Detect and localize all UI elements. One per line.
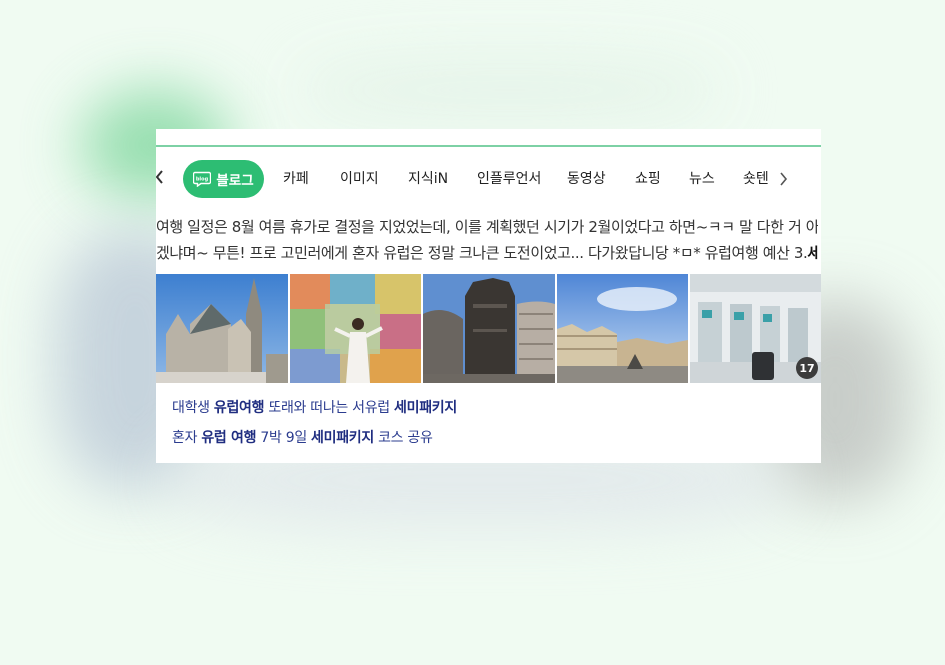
related-post-link-2[interactable]: 혼자 유럽 여행 7박 9일 세미패키지 코스 공유	[172, 427, 433, 447]
snippet-line-2: 겠냐며~ 무튼! 프로 고민러에게 혼자 유럽은 정말 크나큰 도전이었고...…	[156, 241, 818, 267]
search-result-card: blog 블로그 카페 이미지 지식iN 인플루언서 동영상 쇼핑 뉴스 숏텐 …	[156, 129, 821, 463]
link-text: 코스 공유	[373, 430, 433, 446]
link-text: 7박 9일	[256, 430, 312, 446]
tab-shopping[interactable]: 쇼핑	[635, 170, 661, 188]
chevron-right-icon[interactable]	[778, 171, 788, 187]
tab-knowledge-in[interactable]: 지식iN	[408, 170, 448, 188]
tab-video[interactable]: 동영상	[567, 170, 606, 188]
link-keyword-highlight: 세미패키지	[311, 430, 374, 446]
link-text: 또래와 떠나는 서유럽	[264, 400, 395, 416]
tab-news[interactable]: 뉴스	[689, 170, 715, 188]
thumbnail-graffiti-wall[interactable]	[290, 274, 421, 383]
related-post-link-1[interactable]: 대학생 유럽여행 또래와 떠나는 서유럽 세미패키지	[172, 397, 457, 417]
tab-blog[interactable]: blog 블로그	[183, 160, 264, 198]
snippet-line-2-bold: 세...	[807, 243, 818, 262]
svg-text:blog: blog	[196, 177, 209, 183]
background-blur-top	[300, 60, 720, 120]
thumbnail-gothic-tower[interactable]	[423, 274, 555, 383]
link-keyword-highlight: 유럽 여행	[201, 430, 257, 446]
search-tab-bar: blog 블로그 카페 이미지 지식iN 인플루언서 동영상 쇼핑 뉴스 숏텐	[156, 160, 821, 198]
link-keyword-highlight: 유럽여행	[213, 400, 265, 416]
blog-icon: blog	[193, 171, 212, 187]
thumbnail-airport-checkin[interactable]: 17	[690, 274, 821, 383]
tab-cafe[interactable]: 카페	[283, 170, 309, 188]
thumbnail-cathedral[interactable]	[156, 274, 288, 383]
link-keyword-highlight: 세미패키지	[394, 400, 457, 416]
tab-images[interactable]: 이미지	[340, 170, 379, 188]
blog-snippet[interactable]: 여행 일정은 8월 여름 휴가로 결정을 지었었는데, 이를 계획했던 시기가 …	[156, 215, 818, 266]
thumbnail-old-town-square[interactable]	[557, 274, 688, 383]
image-count-badge: 17	[796, 357, 818, 379]
top-divider	[156, 145, 821, 147]
chevron-left-icon[interactable]	[156, 169, 164, 185]
tab-blog-label: 블로그	[216, 173, 254, 189]
tab-influencer[interactable]: 인플루언서	[477, 170, 541, 188]
snippet-line-2-text: 겠냐며~ 무튼! 프로 고민러에게 혼자 유럽은 정말 크나큰 도전이었고...…	[156, 243, 808, 262]
link-text: 대학생	[172, 400, 214, 416]
image-gallery: 17	[156, 274, 821, 383]
tab-shorts[interactable]: 숏텐	[743, 170, 769, 188]
snippet-line-1: 여행 일정은 8월 여름 휴가로 결정을 지었었는데, 이를 계획했던 시기가 …	[156, 218, 818, 236]
link-text: 혼자	[172, 430, 202, 446]
